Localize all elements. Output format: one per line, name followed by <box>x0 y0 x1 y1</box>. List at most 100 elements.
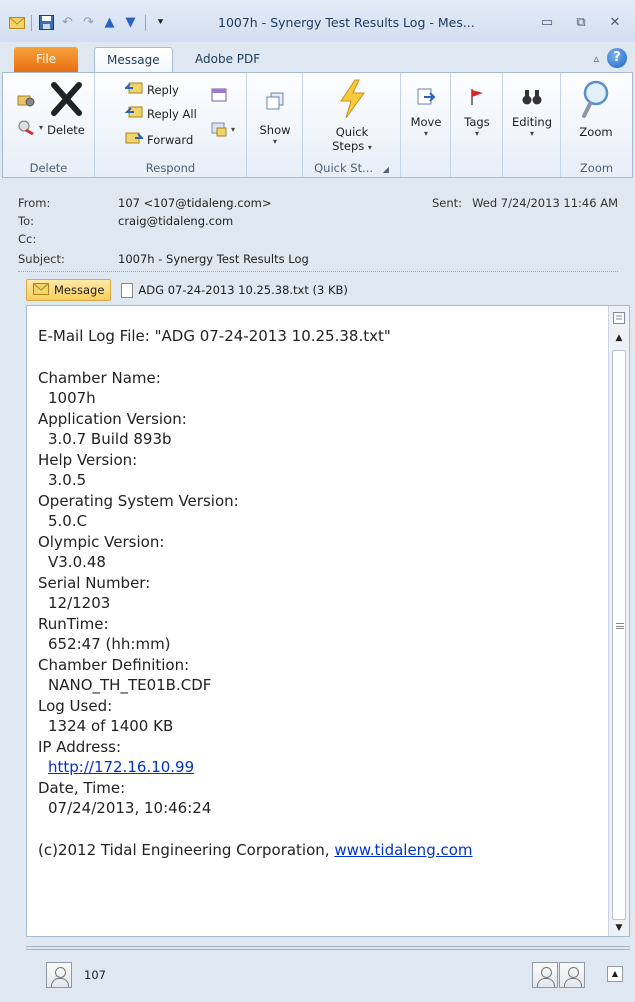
junk-icon[interactable]: ▾ <box>17 119 43 135</box>
mail-icon <box>8 14 25 31</box>
field-value: V3.0.48 <box>48 553 106 571</box>
magnifier-icon <box>571 77 621 121</box>
field-label: Chamber Definition: <box>38 655 190 674</box>
quick-access-toolbar: ↶ ↷ ▲ ▼ ⯆ <box>8 14 169 31</box>
scroll-up-icon[interactable]: ▲ <box>611 330 627 346</box>
field-label: Chamber Name: <box>38 368 161 387</box>
tab-adobe-pdf[interactable]: Adobe PDF <box>183 47 272 72</box>
from-value[interactable]: 107 <107@tidaleng.com> <box>118 196 271 210</box>
group-zoom: Zoom Zoom <box>561 73 632 177</box>
tab-file[interactable]: File <box>14 47 78 72</box>
vertical-scrollbar[interactable]: ▲ ▼ <box>608 306 629 936</box>
close-icon[interactable]: ✕ <box>601 12 629 32</box>
minimize-icon[interactable]: ▭ <box>533 12 561 32</box>
tags-dropdown-icon: ▾ <box>474 129 479 138</box>
next-item-icon[interactable]: ▼ <box>122 14 139 31</box>
redo-icon[interactable]: ↷ <box>80 14 97 31</box>
delete-button[interactable]: Delete <box>43 79 89 137</box>
previous-item-icon[interactable]: ▲ <box>101 14 118 31</box>
delete-icon <box>43 79 89 119</box>
reply-all-button[interactable]: Reply All <box>124 105 197 122</box>
people-pane-name[interactable]: 107 <box>84 968 106 982</box>
title-bar: ↶ ↷ ▲ ▼ ⯆ 1007h - Synergy Test Results L… <box>0 0 635 42</box>
intro-line: E-Mail Log File: "ADG 07-24-2013 10.25.3… <box>38 327 391 345</box>
field-label: Operating System Version: <box>38 491 239 510</box>
help-icon[interactable]: ? <box>607 48 627 68</box>
move-dropdown-icon: ▾ <box>423 129 428 138</box>
lightning-icon <box>317 77 387 121</box>
sent-row: Sent: Wed 7/24/2013 11:46 AM <box>432 196 618 210</box>
subject-label: Subject: <box>18 252 65 266</box>
group-editing: Editing ▾ <box>503 73 561 177</box>
log-fields: Chamber Name: 1007h Application Version: 3.… <box>38 368 598 819</box>
scroll-down-icon[interactable]: ▼ <box>611 920 627 936</box>
zoom-button[interactable]: Zoom <box>571 77 621 139</box>
message-body[interactable]: E-Mail Log File: "ADG 07-24-2013 10.25.3… <box>26 305 630 937</box>
group-label-quick-steps: Quick St... ◢ <box>314 161 389 175</box>
people-pane-splitter[interactable] <box>26 946 630 950</box>
people-pane: 107 ▲ <box>0 954 635 1002</box>
group-show: Show ▾ <box>247 73 303 177</box>
editing-button[interactable]: Editing ▾ <box>507 83 557 138</box>
reply-all-icon <box>124 105 143 122</box>
tags-button[interactable]: Tags ▾ <box>455 83 499 138</box>
field-value: 3.0.5 <box>48 471 87 489</box>
flag-icon <box>455 83 499 111</box>
qat-separator <box>145 14 146 31</box>
message-tab-button[interactable]: Message <box>26 279 112 301</box>
field-value: 1324 of 1400 KB <box>48 717 174 735</box>
field-value: 1007h <box>48 389 96 407</box>
more-respond-icon[interactable]: ▾ <box>211 121 235 137</box>
subject-value: 1007h - Synergy Test Results Log <box>118 252 309 266</box>
website-link[interactable]: www.tidaleng.com <box>334 841 472 859</box>
group-label-delete: Delete <box>29 161 68 175</box>
field-value: 12/1203 <box>48 594 111 612</box>
ignore-icon[interactable] <box>17 91 35 107</box>
group-respond: Reply Reply All Forward ▾ Respond <box>95 73 247 177</box>
field-value: 07/24/2013, 10:46:24 <box>48 799 212 817</box>
field-label: Serial Number: <box>38 573 151 592</box>
to-value[interactable]: craig@tidaleng.com <box>118 214 233 228</box>
undo-icon[interactable]: ↶ <box>59 14 76 31</box>
editing-dropdown-icon: ▾ <box>529 129 534 138</box>
group-delete: ▾ Delete Delete <box>3 73 95 177</box>
minimize-ribbon-icon[interactable]: ▵ <box>593 52 599 65</box>
field-value: 652:47 (hh:mm) <box>48 635 171 653</box>
header-divider <box>18 271 618 272</box>
show-dropdown-icon: ▾ <box>272 137 277 146</box>
field-value: 5.0.C <box>48 512 88 530</box>
forward-button[interactable]: Forward <box>125 131 193 148</box>
contact-avatar[interactable] <box>532 962 558 988</box>
field-label: Olympic Version: <box>38 532 165 551</box>
save-icon[interactable] <box>38 14 55 31</box>
move-button[interactable]: Move ▾ <box>404 83 448 138</box>
group-label-zoom: Zoom <box>579 161 614 175</box>
window-controls: ▭ ⧉ ✕ <box>533 12 629 32</box>
envelope-icon <box>33 282 49 298</box>
ip-address-link[interactable]: http://172.16.10.99 <box>48 758 194 776</box>
sender-avatar[interactable] <box>46 962 72 988</box>
attachment-strip: Message ADG 07-24-2013 10.25.38.txt (3 K… <box>26 278 611 302</box>
customize-qat-icon[interactable]: ⯆ <box>152 14 169 31</box>
view-options-icon[interactable] <box>611 310 627 326</box>
group-move: Move ▾ <box>401 73 451 177</box>
group-label-respond: Respond <box>145 161 196 175</box>
quick-steps-button[interactable]: Quick Steps ▾ <box>317 77 387 153</box>
scrollbar-thumb[interactable] <box>612 350 626 920</box>
dialog-launcher-icon[interactable]: ◢ <box>383 165 389 174</box>
field-label: Date, Time: <box>38 778 126 797</box>
message-header: From: 107 <107@tidaleng.com> Sent: Wed 7/… <box>18 190 618 272</box>
expand-people-pane-icon[interactable]: ▲ <box>607 966 623 982</box>
restore-icon[interactable]: ⧉ <box>567 12 595 32</box>
contact-avatar[interactable] <box>559 962 585 988</box>
tab-message[interactable]: Message <box>94 47 173 72</box>
reply-button[interactable]: Reply <box>123 81 179 98</box>
attachment-file[interactable]: ADG 07-24-2013 10.25.38.txt (3 KB) <box>117 282 352 298</box>
field-label: IP Address: <box>38 737 122 756</box>
field-label: RunTime: <box>38 614 109 633</box>
qat-separator <box>31 14 32 31</box>
meeting-icon[interactable] <box>211 87 227 103</box>
field-value: http://172.16.10.99 <box>38 757 598 778</box>
show-button[interactable]: Show ▾ <box>253 83 297 146</box>
reply-icon <box>123 81 143 98</box>
